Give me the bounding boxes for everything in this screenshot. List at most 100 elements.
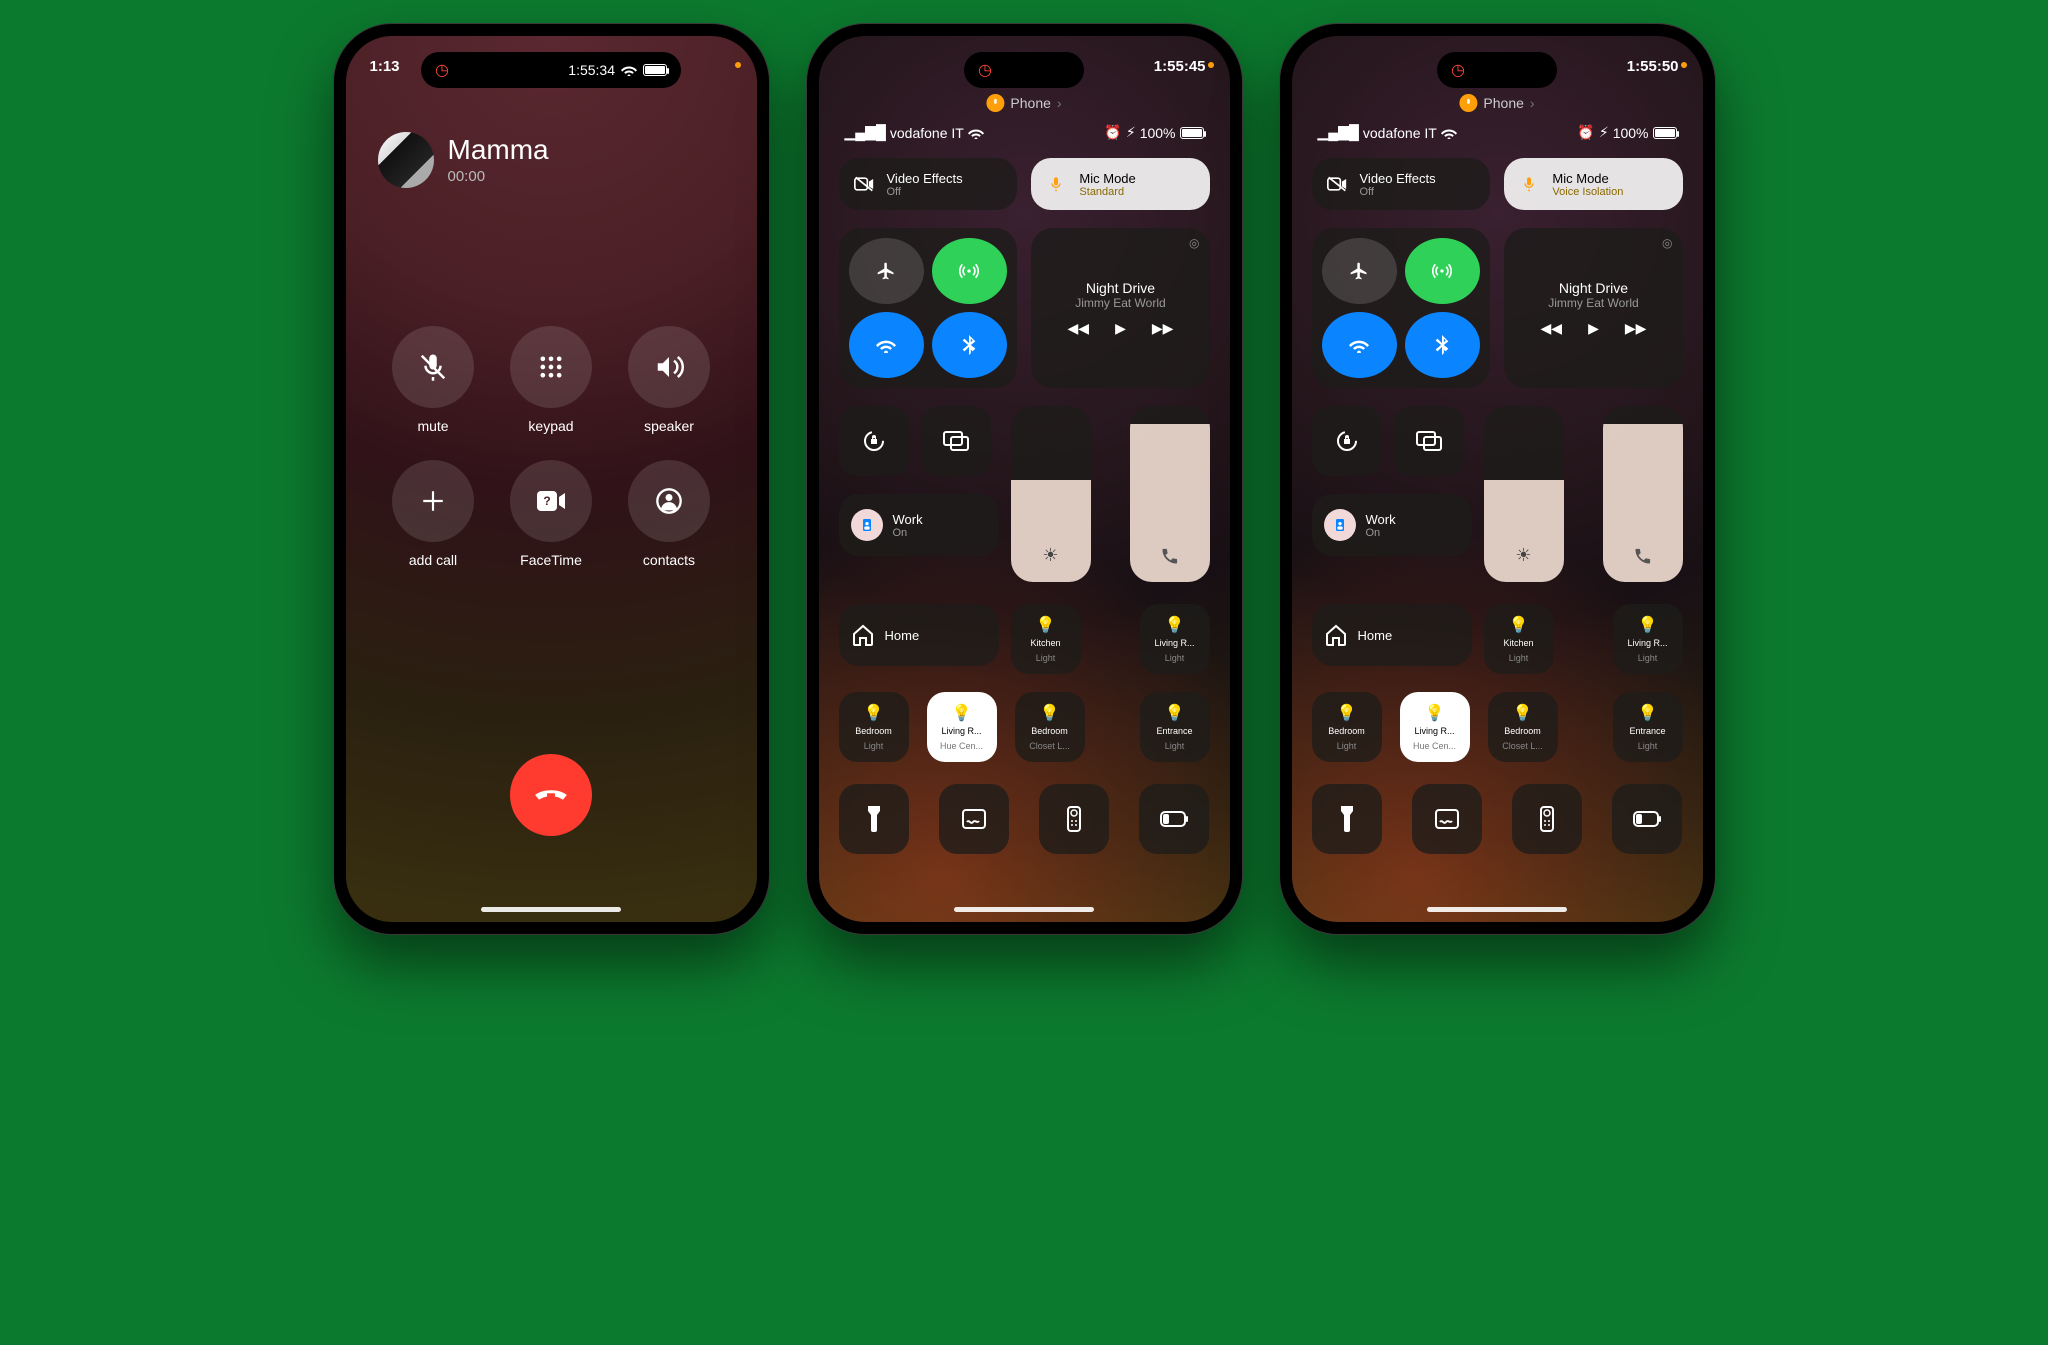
bulb-icon: 💡 xyxy=(1638,615,1658,635)
volume-slider[interactable] xyxy=(1603,406,1683,582)
light-hue-center[interactable]: 💡 Living R... Hue Cen... xyxy=(1400,692,1470,762)
facetime-button[interactable]: ? FaceTime xyxy=(503,460,599,568)
home-indicator[interactable] xyxy=(954,907,1094,912)
volume-slider[interactable] xyxy=(1130,406,1210,582)
focus-tile[interactable]: Work On xyxy=(839,494,999,556)
dynamic-island[interactable]: ◷ 1:55:34 xyxy=(421,52,681,88)
notes-button[interactable] xyxy=(1412,784,1482,854)
active-app-label: Phone xyxy=(1483,95,1523,111)
wifi-toggle[interactable] xyxy=(1322,312,1397,378)
contacts-button[interactable]: contacts xyxy=(621,460,717,568)
screen-mirroring-toggle[interactable] xyxy=(921,406,991,476)
bluetooth-toggle[interactable] xyxy=(932,312,1007,378)
light-hue-center[interactable]: 💡 Living R... Hue Cen... xyxy=(927,692,997,762)
plus-icon xyxy=(420,488,446,514)
mic-indicator-dot xyxy=(1681,62,1687,68)
airplay-icon[interactable]: ◎ xyxy=(1662,236,1672,250)
focus-tile[interactable]: Work On xyxy=(1312,494,1472,556)
rewind-button[interactable]: ◀◀ xyxy=(1541,320,1563,337)
light-entrance[interactable]: 💡 Entrance Light xyxy=(1140,692,1210,762)
cc-status-bar: ▁▄▇█ vodafone IT ⏰ ⚡︎ 100% xyxy=(1292,124,1703,141)
now-playing-tile[interactable]: ◎ Night Drive Jimmy Eat World ◀◀ ▶ ▶▶ xyxy=(1031,228,1209,388)
home-indicator[interactable] xyxy=(481,907,621,912)
bulb-icon: 💡 xyxy=(1165,615,1185,635)
flashlight-button[interactable] xyxy=(1312,784,1382,854)
status-time-right: 1:55:34 xyxy=(568,62,615,78)
bulb-icon: 💡 xyxy=(1040,703,1060,723)
dynamic-island[interactable]: ◷ xyxy=(1437,52,1557,88)
control-center: ◷ 1:55:45 Phone › ▁▄▇█ vodafone IT ⏰ ⚡︎ … xyxy=(819,36,1230,922)
remote-icon xyxy=(1540,806,1554,832)
active-app-pill[interactable]: Phone › xyxy=(986,94,1061,112)
bulb-icon: 💡 xyxy=(1425,703,1445,723)
video-effects-tile[interactable]: Video Effects Off xyxy=(839,158,1017,210)
play-button[interactable]: ▶ xyxy=(1115,320,1126,337)
add-call-button[interactable]: add call xyxy=(385,460,481,568)
cellular-toggle[interactable] xyxy=(1405,238,1480,304)
airplane-toggle[interactable] xyxy=(1322,238,1397,304)
keypad-button[interactable]: keypad xyxy=(503,326,599,434)
play-button[interactable]: ▶ xyxy=(1588,320,1599,337)
battery-icon xyxy=(1180,127,1204,139)
forward-button[interactable]: ▶▶ xyxy=(1152,320,1174,337)
brightness-slider[interactable]: ☀︎ xyxy=(1484,406,1564,582)
light-kitchen[interactable]: 💡 Kitchen Light xyxy=(1011,604,1081,674)
notes-button[interactable] xyxy=(939,784,1009,854)
battery-icon xyxy=(1653,127,1677,139)
phone-volume-icon xyxy=(1160,546,1180,566)
brightness-icon: ☀︎ xyxy=(1042,545,1058,566)
carrier-label: vodafone IT xyxy=(890,125,964,141)
apple-tv-remote-button[interactable] xyxy=(1512,784,1582,854)
connectivity-module[interactable] xyxy=(839,228,1017,388)
cellular-toggle[interactable] xyxy=(932,238,1007,304)
light-bedroom[interactable]: 💡 Bedroom Light xyxy=(839,692,909,762)
alarm-icon: ⏰ xyxy=(1577,124,1594,141)
apple-tv-remote-button[interactable] xyxy=(1039,784,1109,854)
light-living[interactable]: 💡 Living R... Light xyxy=(1140,604,1210,674)
low-power-icon xyxy=(1633,811,1661,827)
airplane-toggle[interactable] xyxy=(849,238,924,304)
bluetooth-toggle[interactable] xyxy=(1405,312,1480,378)
home-tile[interactable]: Home xyxy=(839,604,999,666)
light-entrance[interactable]: 💡 Entrance Light xyxy=(1613,692,1683,762)
dynamic-island[interactable]: ◷ xyxy=(964,52,1084,88)
forward-button[interactable]: ▶▶ xyxy=(1625,320,1647,337)
airplay-icon[interactable]: ◎ xyxy=(1189,236,1199,250)
mic-mode-tile[interactable]: Mic Mode Standard xyxy=(1031,158,1209,210)
wifi-icon xyxy=(621,64,637,76)
light-bedroom[interactable]: 💡 Bedroom Light xyxy=(1312,692,1382,762)
low-power-button[interactable] xyxy=(1139,784,1209,854)
end-call-button[interactable] xyxy=(510,754,592,836)
airplane-icon xyxy=(876,261,896,281)
now-playing-tile[interactable]: ◎ Night Drive Jimmy Eat World ◀◀ ▶ ▶▶ xyxy=(1504,228,1682,388)
light-living[interactable]: 💡 Living R... Light xyxy=(1613,604,1683,674)
active-app-label: Phone xyxy=(1010,95,1050,111)
mic-active-icon xyxy=(1459,94,1477,112)
song-artist: Jimmy Eat World xyxy=(1075,296,1165,310)
screen-mirroring-toggle[interactable] xyxy=(1394,406,1464,476)
status-time-right: 1:55:45 xyxy=(1154,58,1206,82)
rotation-lock-toggle[interactable] xyxy=(839,406,909,476)
light-kitchen[interactable]: 💡 Kitchen Light xyxy=(1484,604,1554,674)
low-power-button[interactable] xyxy=(1612,784,1682,854)
mic-mode-tile[interactable]: Mic Mode Voice Isolation xyxy=(1504,158,1682,210)
home-icon xyxy=(1324,623,1348,647)
home-indicator[interactable] xyxy=(1427,907,1567,912)
flashlight-button[interactable] xyxy=(839,784,909,854)
rewind-button[interactable]: ◀◀ xyxy=(1068,320,1090,337)
notes-icon xyxy=(962,809,986,829)
remote-icon xyxy=(1067,806,1081,832)
light-closet[interactable]: 💡 Bedroom Closet L... xyxy=(1015,692,1085,762)
mute-button[interactable]: mute xyxy=(385,326,481,434)
call-screen: 1:13 ◷ 1:55:34 Mamma 00:00 m xyxy=(346,36,757,922)
speaker-button[interactable]: speaker xyxy=(621,326,717,434)
timer-icon: ◷ xyxy=(1451,60,1465,80)
wifi-toggle[interactable] xyxy=(849,312,924,378)
connectivity-module[interactable] xyxy=(1312,228,1490,388)
rotation-lock-toggle[interactable] xyxy=(1312,406,1382,476)
home-tile[interactable]: Home xyxy=(1312,604,1472,666)
active-app-pill[interactable]: Phone › xyxy=(1459,94,1534,112)
light-closet[interactable]: 💡 Bedroom Closet L... xyxy=(1488,692,1558,762)
video-effects-tile[interactable]: Video Effects Off xyxy=(1312,158,1490,210)
brightness-slider[interactable]: ☀︎ xyxy=(1011,406,1091,582)
